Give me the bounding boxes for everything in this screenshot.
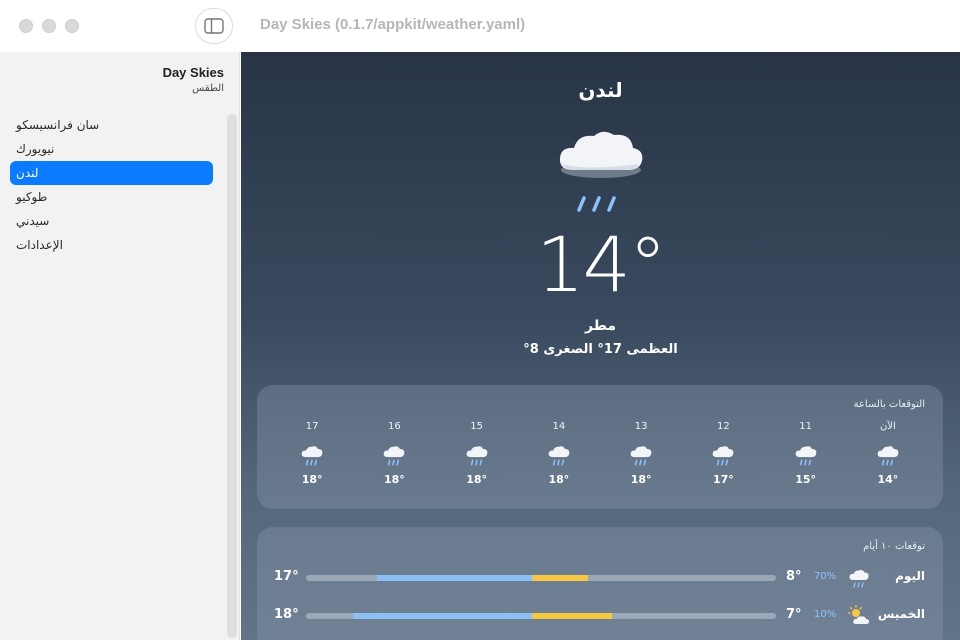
- hourly-item: 16 18°: [353, 421, 435, 486]
- rain-cloud-icon: [518, 439, 600, 473]
- current-condition: مطر: [584, 318, 616, 334]
- daily-forecast-title: توقعات ١٠ أيام: [863, 541, 925, 552]
- hour-temperature: 14°: [877, 473, 899, 486]
- hourly-item: 13 18°: [600, 421, 682, 486]
- rain-cloud-icon: [353, 439, 435, 473]
- sidebar-item-settings[interactable]: الإعدادات: [10, 233, 213, 257]
- rain-cloud-icon: [600, 439, 682, 473]
- temperature-range-bar: [306, 575, 776, 581]
- precipitation-chance: 10%: [814, 609, 837, 620]
- hourly-item: 12 17°: [682, 421, 764, 486]
- sidebar: Day Skies الطقس سان فرانسيسكو نيويورك لن…: [0, 52, 240, 640]
- rain-cloud-icon: [765, 439, 847, 473]
- daily-row: الخميس 10% 7° 18°: [257, 604, 943, 628]
- hour-temperature: 15°: [795, 473, 817, 486]
- rain-cloud-icon: [271, 439, 353, 473]
- hour-temperature: 18°: [466, 473, 488, 486]
- hour-label: 11: [799, 421, 812, 432]
- sidebar-item-sydney[interactable]: سيدني: [10, 209, 213, 233]
- hour-label: الآن: [879, 421, 896, 432]
- temperature-range-warm: [532, 575, 588, 581]
- current-temperature: 14°: [536, 220, 667, 309]
- precipitation-chance: 70%: [814, 571, 837, 582]
- rain-cloud-icon: [559, 131, 643, 212]
- sidebar-item-san-francisco[interactable]: سان فرانسيسكو: [10, 113, 213, 137]
- weather-detail: لندن 14° مطر العظمى 17° الصغرى 8° التوقع…: [241, 52, 960, 640]
- daily-forecast-card: توقعات ١٠ أيام اليوم 70% 8° 17° الخميس 1…: [257, 527, 943, 640]
- daily-row: اليوم 70% 8° 17°: [257, 566, 943, 590]
- sidebar-scrollbar[interactable]: [227, 114, 237, 638]
- zoom-window-button[interactable]: [65, 19, 79, 33]
- temperature-range-bar: [306, 613, 776, 619]
- sidebar-icon: [204, 18, 224, 34]
- hour-temperature: 18°: [301, 473, 323, 486]
- hour-label: 12: [717, 421, 730, 432]
- day-name: اليوم: [895, 569, 925, 583]
- hour-temperature: 18°: [630, 473, 652, 486]
- sidebar-list: سان فرانسيسكو نيويورك لندن طوكيو سيدني ا…: [10, 113, 213, 257]
- temperature-range-cool: [353, 613, 532, 619]
- sidebar-item-london[interactable]: لندن: [10, 161, 213, 185]
- day-max-temp: 17°: [274, 569, 299, 584]
- sidebar-subtitle: الطقس: [192, 83, 224, 94]
- hour-temperature: 17°: [712, 473, 734, 486]
- hour-temperature: 18°: [548, 473, 570, 486]
- city-name: لندن: [578, 78, 623, 102]
- title-bar: Day Skies (0.1.7/appkit/weather.yaml): [0, 0, 960, 52]
- hourly-forecast-card: التوقعات بالساعة الآن 14° 11 15° 12 17° 13 18° 1…: [257, 385, 943, 509]
- temperature-range-cool: [376, 575, 532, 581]
- window-title: Day Skies (0.1.7/appkit/weather.yaml): [260, 16, 526, 33]
- day-min-temp: 8°: [786, 569, 802, 584]
- close-window-button[interactable]: [19, 19, 33, 33]
- hour-temperature: 18°: [383, 473, 405, 486]
- hourly-item: 11 15°: [765, 421, 847, 486]
- partly-cloudy-icon: [847, 604, 870, 624]
- sidebar-toggle-button[interactable]: [195, 8, 233, 44]
- hour-label: 17: [305, 421, 319, 432]
- rain-cloud-icon: [682, 439, 764, 473]
- rain-cloud-icon: [847, 439, 929, 473]
- hour-label: 15: [470, 421, 483, 432]
- sidebar-title: Day Skies: [162, 65, 224, 80]
- minimize-window-button[interactable]: [42, 19, 56, 33]
- high-low-temperature: العظمى 17° الصغرى 8°: [523, 342, 678, 357]
- hourly-item: 17 18°: [271, 421, 353, 486]
- day-min-temp: 7°: [786, 607, 802, 622]
- hourly-forecast-list: الآن 14° 11 15° 12 17° 13 18° 14 18° 15 18° 16 18° 17 1…: [271, 421, 929, 486]
- day-max-temp: 18°: [274, 607, 299, 622]
- sidebar-item-new-york[interactable]: نيويورك: [10, 137, 213, 161]
- day-name: الخميس: [877, 607, 925, 621]
- rain-cloud-icon: [849, 570, 869, 588]
- temperature-range-warm: [532, 613, 612, 619]
- rain-cloud-icon: [436, 439, 518, 473]
- hour-label: 13: [634, 421, 648, 432]
- hourly-forecast-title: التوقعات بالساعة: [853, 399, 925, 410]
- hour-label: 14: [552, 421, 566, 432]
- hourly-item: 14 18°: [518, 421, 600, 486]
- hourly-item: الآن 14°: [847, 421, 929, 486]
- hourly-item: 15 18°: [436, 421, 518, 486]
- hour-label: 16: [388, 421, 401, 432]
- sidebar-item-tokyo[interactable]: طوكيو: [10, 185, 213, 209]
